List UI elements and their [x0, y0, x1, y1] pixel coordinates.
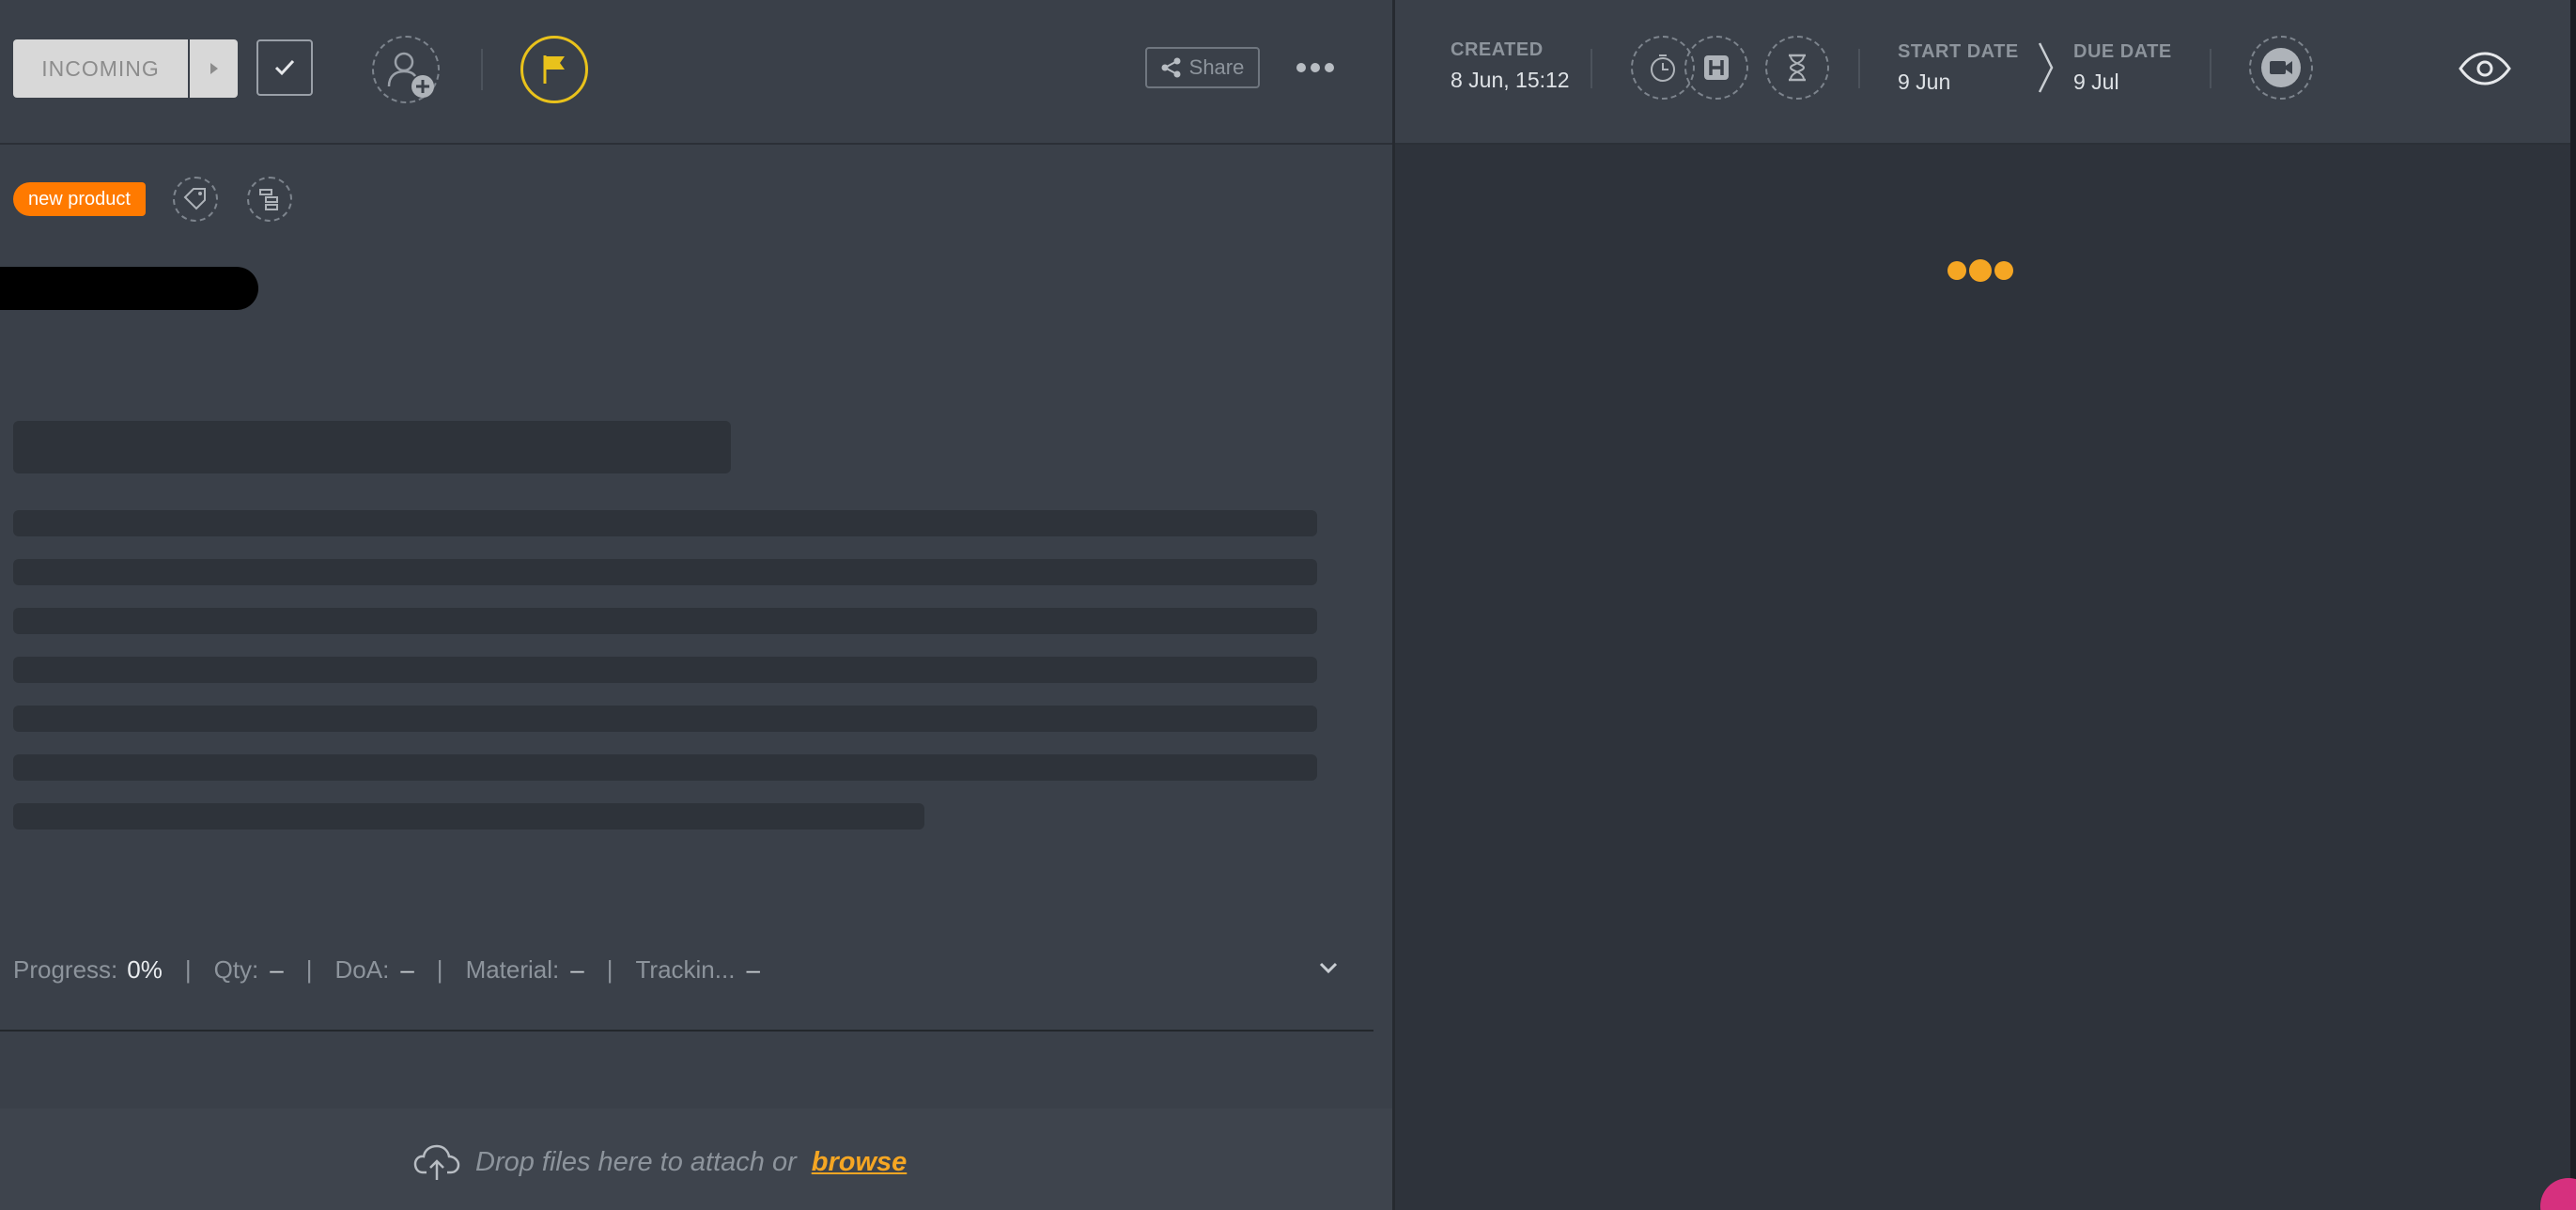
header-divider	[1591, 49, 1592, 88]
next-status-button[interactable]	[190, 39, 238, 98]
header-divider	[1858, 49, 1860, 88]
field-separator: |	[184, 954, 192, 984]
hours-icon	[1704, 55, 1729, 80]
created-label: CREATED	[1451, 39, 1544, 60]
tracking-value[interactable]: –	[746, 955, 759, 985]
material-value[interactable]: –	[570, 955, 583, 985]
material-label: Material:	[465, 954, 560, 984]
due-date-label: DUE DATE	[2073, 41, 2172, 62]
tag-new-product[interactable]: new product	[13, 182, 146, 216]
upload-cloud-icon	[413, 1144, 460, 1180]
video-icon	[2261, 48, 2301, 87]
video-call-button[interactable]	[2249, 36, 2313, 100]
section-divider	[0, 1030, 1373, 1032]
task-toolbar: INCOMING Share	[0, 0, 1394, 145]
chevron-down-icon[interactable]	[1315, 954, 1342, 981]
progress-value[interactable]: 0%	[127, 955, 163, 985]
custom-fields-bar: Progress: 0% | Qty: – | DoA: – | Materia…	[13, 954, 760, 985]
start-date-label: START DATE	[1898, 41, 2019, 62]
loading-indicator	[1948, 259, 2013, 282]
task-main-pane: INCOMING Share new product Progress: 0% …	[0, 0, 1394, 1210]
share-label: Share	[1188, 55, 1245, 79]
date-range-arrow-icon	[2038, 42, 2054, 93]
field-separator: |	[606, 954, 613, 984]
hourglass-icon	[1789, 54, 1806, 82]
description-placeholder-line	[13, 657, 1317, 683]
share-icon	[1161, 57, 1181, 78]
doa-label: DoA:	[334, 954, 390, 984]
qty-value[interactable]: –	[270, 955, 283, 985]
add-user-icon	[387, 52, 434, 98]
description-placeholder-line	[13, 510, 1317, 536]
priority-button[interactable]	[520, 36, 588, 103]
title-placeholder	[13, 421, 731, 473]
field-separator: |	[305, 954, 313, 984]
header-divider	[2210, 49, 2211, 88]
qty-label: Qty:	[213, 954, 259, 984]
check-icon	[274, 59, 295, 76]
description-placeholder-line	[13, 706, 1317, 732]
drop-text: Drop files here to attach or	[475, 1146, 797, 1177]
description-placeholder-line	[13, 608, 1317, 634]
complete-button[interactable]	[256, 39, 313, 96]
app-badge[interactable]	[2540, 1178, 2576, 1210]
redacted-title	[0, 267, 258, 310]
share-button[interactable]: Share	[1145, 47, 1260, 88]
description-placeholder-line	[13, 559, 1317, 585]
progress-label: Progress:	[13, 954, 118, 984]
field-separator: |	[436, 954, 443, 984]
toolbar-divider	[481, 49, 483, 90]
flag-icon	[543, 55, 565, 84]
add-assignee-button[interactable]	[372, 36, 440, 103]
file-drop-zone[interactable]: Drop files here to attach or browse	[0, 1109, 1392, 1210]
browse-link[interactable]: browse	[812, 1147, 908, 1178]
hierarchy-icon	[259, 189, 278, 210]
eye-icon[interactable]	[2458, 52, 2512, 85]
tag-icon	[183, 188, 206, 210]
hours-estimate-button[interactable]	[1684, 36, 1748, 100]
start-date-value[interactable]: 9 Jun	[1898, 70, 1950, 95]
created-value: 8 Jun, 15:12	[1451, 68, 1570, 92]
add-tag-button[interactable]	[173, 177, 218, 222]
window-edge	[2570, 0, 2576, 1210]
time-estimate-button[interactable]	[1765, 36, 1829, 100]
more-icon[interactable]	[1295, 49, 1336, 86]
description-placeholder-line	[13, 803, 924, 830]
chevron-right-icon	[209, 63, 218, 74]
status-button[interactable]: INCOMING	[13, 39, 188, 98]
tracking-label: Trackin...	[635, 954, 736, 984]
due-date-value[interactable]: 9 Jul	[2073, 70, 2119, 95]
pane-divider[interactable]	[1392, 0, 1395, 1210]
description-placeholder-line	[13, 754, 1317, 781]
doa-value[interactable]: –	[400, 955, 413, 985]
add-dependency-button[interactable]	[247, 177, 292, 222]
timer-icon	[1651, 54, 1675, 82]
task-details-header: CREATED 8 Jun, 15:12 START DATE 9 Jun DU…	[1395, 0, 2576, 145]
